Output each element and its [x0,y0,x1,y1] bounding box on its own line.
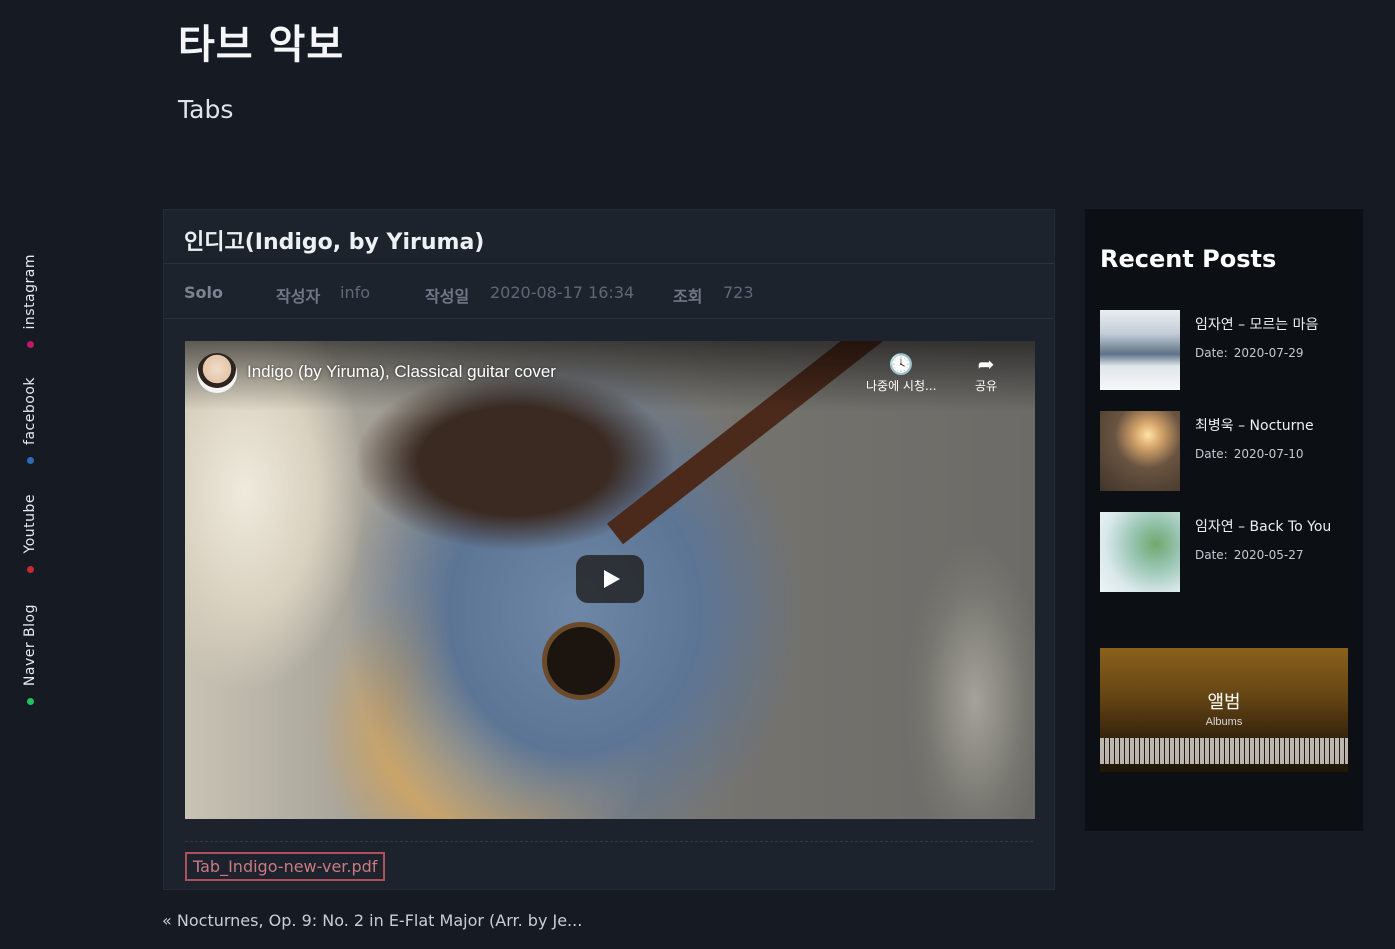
date-value: 2020-08-17 16:34 [490,283,635,302]
recent-post-item[interactable]: 최병욱 – Nocturne Date: 2020-07-10 [1100,411,1350,491]
youtube-dot-icon [26,565,34,573]
video-player[interactable]: Indigo (by Yiruma), Classical guitar cov… [185,341,1035,819]
attachment-link[interactable]: Tab_Indigo-new-ver.pdf [185,852,386,881]
date-key: Date: [1195,447,1228,461]
sidebar: Recent Posts 임자연 – 모르는 마음 Date: 2020-07-2… [1085,209,1363,831]
naver-blog-dot-icon [26,698,34,706]
watch-later-button[interactable]: 🕓 나중에 시청... [866,353,936,394]
social-link-facebook[interactable]: facebook [22,377,38,464]
post-divider [185,841,1033,842]
recent-post-item[interactable]: 임자연 – Back To You Date: 2020-05-27 [1100,512,1350,592]
recent-post-date: Date: 2020-07-10 [1195,447,1303,461]
recent-posts-title: Recent Posts [1100,245,1277,273]
prev-post-link[interactable]: « Nocturnes, Op. 9: No. 2 in E-Flat Majo… [162,911,582,930]
prev-arrow-icon: « [162,911,172,930]
page-title: 타브 악보 [178,22,345,68]
video-title[interactable]: Indigo (by Yiruma), Classical guitar cov… [247,362,556,382]
watch-later-label: 나중에 시청... [866,379,937,393]
author-value: info [340,283,371,302]
recent-post-title[interactable]: 최병욱 – Nocturne [1195,415,1314,435]
albums-banner[interactable]: 앨범 Albums [1100,648,1348,772]
recent-post-title[interactable]: 임자연 – Back To You [1195,516,1331,536]
social-link-youtube[interactable]: Youtube [22,494,38,573]
instagram-dot-icon [26,341,34,349]
author-label: 작성자 [276,287,321,306]
social-label: facebook [22,377,38,445]
social-link-instagram[interactable]: instagram [22,254,38,349]
recent-post-thumbnail[interactable] [1100,512,1180,592]
recent-post-thumbnail[interactable] [1100,310,1180,390]
date-value: 2020-05-27 [1233,548,1304,562]
clock-icon: 🕓 [888,352,914,376]
views-label: 조회 [673,287,703,306]
albums-subtitle: Albums [1205,716,1243,728]
post-meta: Solo 작성자 info 작성일 2020-08-17 16:34 조회 72… [164,264,1054,319]
prev-post-title: Nocturnes, Op. 9: No. 2 in E-Flat Major … [176,911,583,930]
date-key: Date: [1195,548,1228,562]
views-value: 723 [723,283,754,302]
post-title-bar: 인디고(Indigo, by Yiruma) [164,210,1054,264]
social-label: Naver Blog [22,604,38,687]
social-sidebar: instagram facebook Youtube Naver Blog [0,0,60,949]
social-label: instagram [22,254,38,330]
page-subtitle: Tabs [178,95,234,124]
facebook-dot-icon [26,456,34,464]
video-thumbnail-soundhole [542,622,620,700]
play-button[interactable] [576,555,644,603]
recent-post-date: Date: 2020-05-27 [1195,548,1303,562]
albums-title: 앨범 [1207,692,1241,713]
date-value: 2020-07-10 [1233,447,1304,461]
social-label: Youtube [22,494,38,554]
social-link-naver-blog[interactable]: Naver Blog [22,604,38,706]
recent-post-item[interactable]: 임자연 – 모르는 마음 Date: 2020-07-29 [1100,310,1350,390]
post-card: 인디고(Indigo, by Yiruma) Solo 작성자 info 작성일… [163,209,1055,890]
date-label: 작성일 [425,287,470,306]
share-label: 공유 [975,379,998,393]
recent-post-title[interactable]: 임자연 – 모르는 마음 [1195,314,1318,334]
recent-post-thumbnail[interactable] [1100,411,1180,491]
share-button[interactable]: ➦ 공유 [975,353,997,394]
share-icon: ➦ [977,352,995,376]
play-icon [604,570,620,588]
channel-avatar[interactable] [197,353,237,393]
date-key: Date: [1195,346,1228,360]
date-value: 2020-07-29 [1233,346,1304,360]
post-category[interactable]: Solo [184,283,223,302]
post-title: 인디고(Indigo, by Yiruma) [184,230,485,255]
recent-post-date: Date: 2020-07-29 [1195,346,1303,360]
